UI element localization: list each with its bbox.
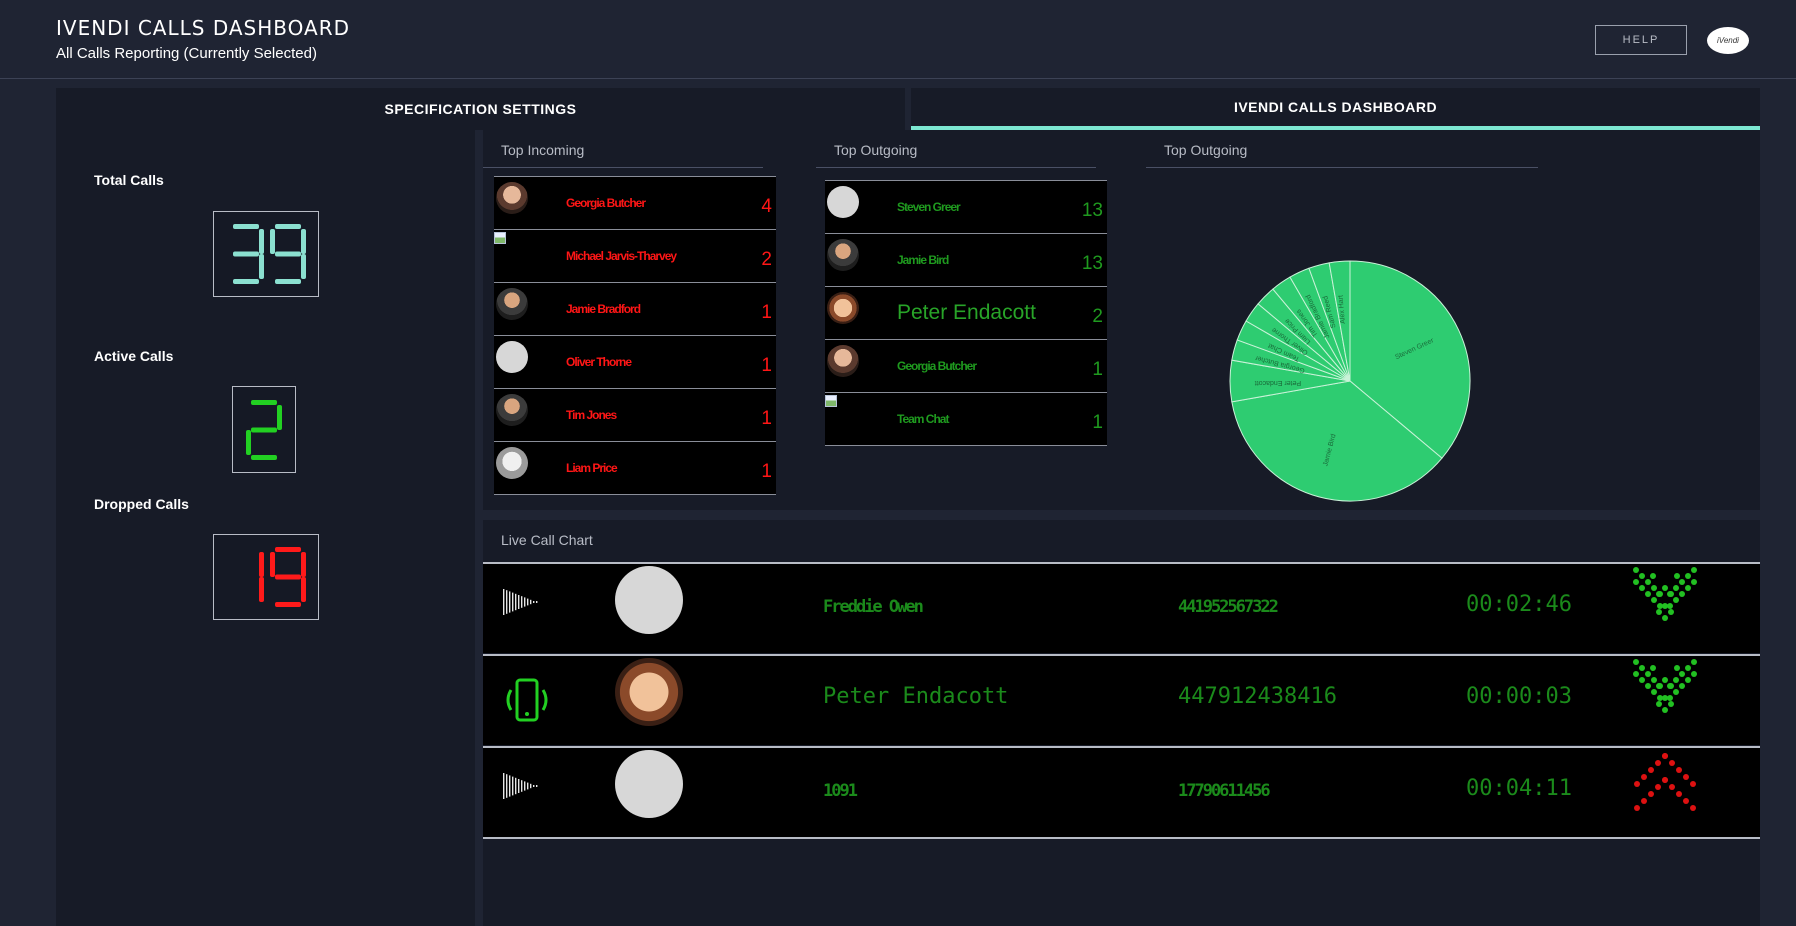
caller-name: Peter Endacott (897, 301, 1036, 324)
top-incoming-row[interactable]: Liam Price 1 (494, 442, 776, 495)
caller-name: Michael Jarvis-Tharvey (566, 249, 677, 263)
caller-avatar (615, 750, 683, 818)
caller-avatar (615, 566, 683, 634)
top-outgoing-list: Steven Greer 13 Jamie Bird 13 Peter Endacott… (825, 180, 1107, 446)
caller-name: Oliver Thorne (566, 355, 632, 369)
call-duration: 00:04:11 (1466, 776, 1572, 801)
call-duration: 00:00:03 (1466, 684, 1572, 709)
caller-avatar (496, 394, 528, 426)
ringing-phone-icon (506, 678, 548, 722)
total-calls-counter (213, 211, 319, 297)
dropped-calls-value (259, 547, 306, 607)
pie-chart-title: Top Outgoing (1146, 142, 1538, 168)
top-callers-panel: Top Incoming Georgia Butcher 4 Michael Jar… (483, 130, 1760, 510)
tab-calls-dashboard[interactable]: IVENDI CALLS DASHBOARD (911, 88, 1760, 130)
call-count: 2 (761, 248, 772, 270)
top-incoming-list: Georgia Butcher 4 Michael Jarvis-Tharvey 2 J… (494, 176, 776, 495)
top-outgoing-row[interactable]: Peter Endacott 2 (825, 287, 1107, 340)
call-count: 2 (1092, 305, 1103, 327)
top-outgoing-row[interactable]: Jamie Bird 13 (825, 234, 1107, 287)
caller-number: 441952567322 (1178, 597, 1279, 617)
stats-panel: Total Calls Active Calls Dropped Calls (56, 130, 475, 926)
live-call-row[interactable]: Peter Endacott 447912438416 00:00:03 (483, 654, 1760, 745)
caller-avatar (496, 288, 528, 320)
top-outgoing-row[interactable]: Georgia Butcher 1 (825, 340, 1107, 393)
call-count: 1 (761, 301, 772, 323)
outgoing-arrow-icon (1634, 753, 1696, 811)
caller-avatar (494, 232, 506, 244)
help-button[interactable]: HELP (1595, 25, 1687, 55)
caller-name: Steven Greer (897, 200, 961, 214)
caller-avatar (827, 345, 859, 377)
caller-name: 1091 (823, 781, 858, 801)
top-incoming-row[interactable]: Jamie Bradford 1 (494, 283, 776, 336)
active-calls-label: Active Calls (94, 348, 174, 364)
dropped-calls-label: Dropped Calls (94, 496, 189, 512)
top-incoming-row[interactable]: Georgia Butcher 4 (494, 177, 776, 230)
caller-avatar (827, 239, 859, 271)
incoming-arrow-icon (1633, 567, 1697, 621)
caller-avatar (496, 182, 528, 214)
live-call-row[interactable]: 1091 17790611456 00:04:11 (483, 746, 1760, 839)
top-outgoing-title: Top Outgoing (816, 142, 1096, 168)
top-incoming-row[interactable]: Tim Jones 1 (494, 389, 776, 442)
caller-name: Jamie Bradford (566, 302, 641, 316)
caller-number: 447912438416 (1178, 684, 1337, 709)
call-count: 4 (761, 195, 772, 217)
live-call-panel: Live Call Chart Freddie Owen 441952567322… (483, 520, 1760, 926)
report-subtitle: All Calls Reporting (Currently Selected) (56, 45, 317, 62)
caller-avatar (615, 658, 683, 726)
top-outgoing-row[interactable]: Steven Greer 13 (825, 181, 1107, 234)
total-calls-label: Total Calls (94, 172, 164, 188)
ivendi-logo: iVendi (1707, 27, 1749, 54)
tab-specification-settings[interactable]: SPECIFICATION SETTINGS (56, 88, 905, 130)
active-calls-counter (232, 386, 296, 473)
caller-name: Georgia Butcher (566, 196, 646, 210)
call-count: 13 (1081, 252, 1103, 274)
caller-name: Tim Jones (566, 408, 617, 422)
call-count: 1 (761, 460, 772, 482)
audio-wave-icon (503, 773, 538, 799)
audio-wave-icon (503, 589, 538, 615)
caller-number: 17790611456 (1178, 781, 1271, 801)
caller-name: Liam Price (566, 461, 618, 475)
top-incoming-row[interactable]: Michael Jarvis-Tharvey 2 (494, 230, 776, 283)
active-calls-value (246, 399, 282, 460)
pie-slice-label: Peter Endacott (1255, 379, 1301, 386)
call-duration: 00:02:46 (1466, 592, 1572, 617)
caller-name: Georgia Butcher (897, 359, 977, 373)
top-incoming-title: Top Incoming (483, 142, 763, 168)
incoming-arrow-icon (1633, 659, 1697, 713)
top-outgoing-row[interactable]: Team Chat 1 (825, 393, 1107, 446)
caller-avatar (825, 395, 837, 407)
app-title: IVENDI CALLS DASHBOARD (56, 16, 351, 40)
call-count: 1 (761, 407, 772, 429)
live-call-title: Live Call Chart (501, 532, 593, 548)
total-calls-value (233, 224, 306, 284)
caller-name: Team Chat (897, 412, 949, 426)
logo-text: iVendi (1717, 36, 1739, 45)
caller-name: Jamie Bird (897, 253, 949, 267)
caller-avatar (827, 292, 859, 324)
top-incoming-row[interactable]: Oliver Thorne 1 (494, 336, 776, 389)
call-count: 13 (1081, 199, 1103, 221)
top-outgoing-pie-chart: Steven GreerJamie BirdPeter EndacottGeor… (1229, 260, 1471, 502)
caller-name: Freddie Owen (823, 597, 924, 617)
caller-avatar (496, 447, 528, 479)
caller-name: Peter Endacott (823, 684, 1009, 709)
call-count: 1 (1092, 411, 1103, 433)
caller-avatar (496, 341, 528, 373)
call-count: 1 (1092, 358, 1103, 380)
live-call-row[interactable]: Freddie Owen 441952567322 00:02:46 (483, 562, 1760, 653)
call-count: 1 (761, 354, 772, 376)
dropped-calls-counter (213, 534, 319, 620)
caller-avatar (827, 186, 859, 218)
top-header: IVENDI CALLS DASHBOARD All Calls Reporti… (0, 0, 1796, 79)
